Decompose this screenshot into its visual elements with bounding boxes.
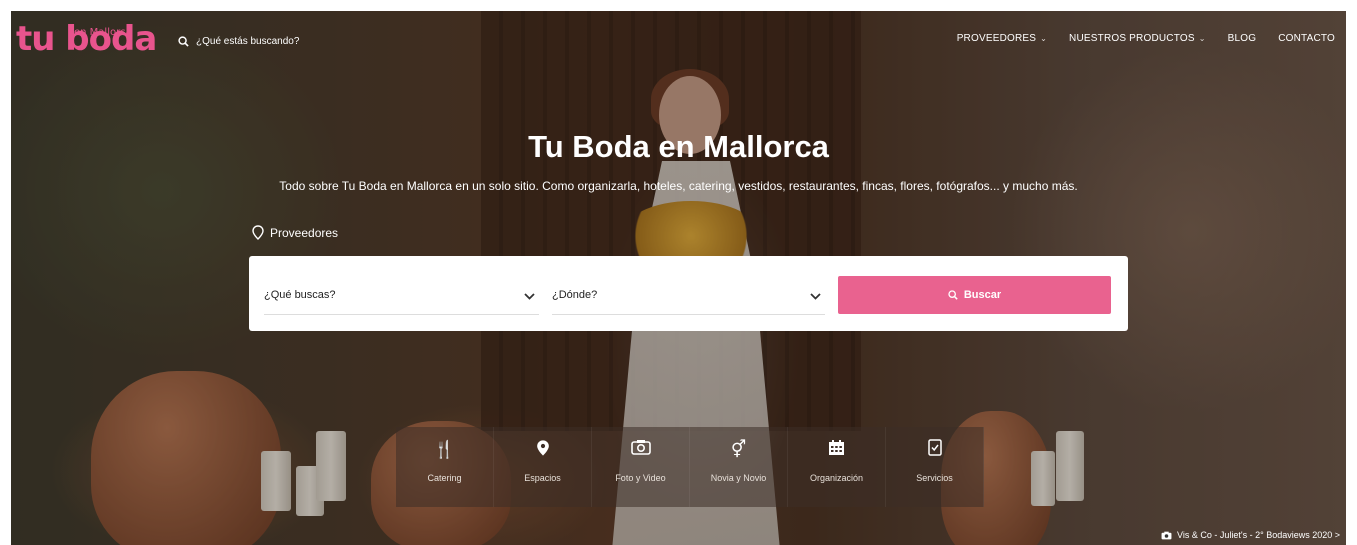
checklist-icon: [927, 439, 942, 461]
where-select[interactable]: ¿Dónde?: [552, 276, 825, 315]
candle: [1031, 451, 1055, 506]
page-subtitle: Todo sobre Tu Boda en Mallorca en un sol…: [279, 179, 1078, 193]
page: tu boda en Mallorca PROVEEDORES⌄ NUESTRO…: [0, 0, 1357, 545]
logo-subtext: en Mallorca: [74, 27, 132, 38]
chevron-down-icon: ⌄: [1198, 34, 1206, 43]
cutlery-icon: 🍴: [433, 440, 456, 459]
candle: [261, 451, 291, 511]
search-icon[interactable]: [178, 36, 189, 47]
clay-pot: [91, 371, 281, 545]
chevron-down-icon: ⌄: [1040, 34, 1048, 43]
chevron-down-icon: [810, 288, 821, 303]
nav-contacto[interactable]: CONTACTO: [1267, 33, 1346, 44]
category-foto-video[interactable]: Foto y Video: [592, 427, 690, 507]
camera-icon: [630, 439, 651, 461]
couple-icon: ⚥: [730, 440, 747, 459]
page-title: Tu Boda en Mallorca: [528, 129, 829, 164]
providers-link[interactable]: Proveedores: [252, 225, 338, 240]
location-pin-icon: [536, 439, 550, 461]
logo[interactable]: tu boda en Mallorca: [16, 19, 157, 59]
search-button[interactable]: Buscar: [838, 276, 1111, 314]
nav-nuestros-productos[interactable]: NUESTROS PRODUCTOS ⌄: [1058, 33, 1217, 44]
candle: [1056, 431, 1084, 501]
header-search-input[interactable]: [196, 36, 366, 47]
category-catering[interactable]: 🍴 Catering: [396, 427, 494, 507]
top-bar: tu boda en Mallorca PROVEEDORES⌄ NUESTRO…: [11, 11, 1346, 67]
candle: [296, 466, 324, 516]
main-nav: PROVEEDORES ⌄ NUESTROS PRODUCTOS ⌄ BLOG CO…: [946, 33, 1346, 44]
calendar-icon: [828, 439, 845, 461]
candle: [316, 431, 346, 501]
wooden-door: [481, 11, 861, 431]
category-bar: 🍴 Catering Espacios Foto y Video ⚥ Novia…: [396, 427, 984, 507]
nav-proveedores[interactable]: PROVEEDORES ⌄: [946, 33, 1058, 44]
category-espacios[interactable]: Espacios: [494, 427, 592, 507]
photo-credit[interactable]: Vis & Co - Juliet's - 2° Bodaviews 2020 …: [1161, 530, 1340, 540]
what-select[interactable]: ¿Qué buscas?: [264, 276, 539, 315]
chevron-down-icon: [524, 288, 535, 303]
search-icon: [948, 290, 958, 300]
location-pin-icon: [252, 225, 264, 240]
camera-icon: [1161, 531, 1172, 539]
category-organizacion[interactable]: Organización: [788, 427, 886, 507]
header-search: [178, 36, 366, 47]
category-novia-novio[interactable]: ⚥ Novia y Novio: [690, 427, 788, 507]
search-form: ¿Qué buscas? ¿Dónde? Buscar: [249, 256, 1128, 331]
category-servicios[interactable]: Servicios: [886, 427, 984, 507]
nav-blog[interactable]: BLOG: [1217, 33, 1268, 44]
